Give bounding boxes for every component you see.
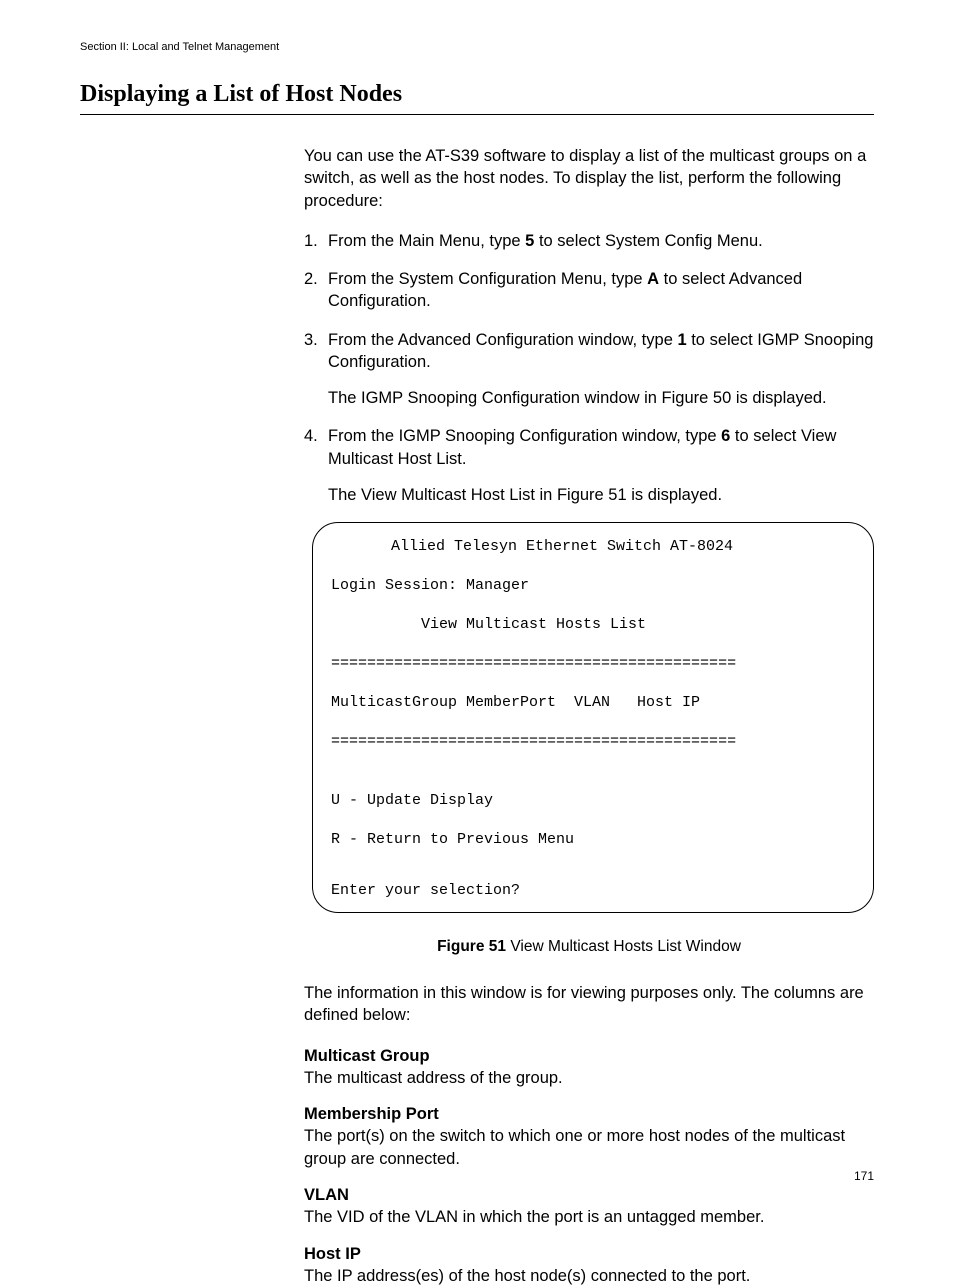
step-number: 3. bbox=[304, 329, 328, 410]
terminal-rule: ========================================… bbox=[331, 654, 855, 674]
def-desc: The IP address(es) of the host node(s) c… bbox=[304, 1265, 874, 1287]
step-1: 1. From the Main Menu, type 5 to select … bbox=[304, 230, 874, 252]
step-body: From the System Configuration Menu, type… bbox=[328, 268, 874, 313]
step-body: From the Advanced Configuration window, … bbox=[328, 329, 874, 410]
step-number: 1. bbox=[304, 230, 328, 252]
running-header: Section II: Local and Telnet Management bbox=[80, 41, 874, 53]
terminal-device-line: Allied Telesyn Ethernet Switch AT-8024 bbox=[331, 537, 855, 557]
figure-caption-text: View Multicast Hosts List Window bbox=[506, 938, 741, 955]
def-membership-port: Membership Port The port(s) on the switc… bbox=[304, 1103, 874, 1170]
def-host-ip: Host IP The IP address(es) of the host n… bbox=[304, 1243, 874, 1287]
def-term: Multicast Group bbox=[304, 1045, 874, 1067]
step-text-pre: From the IGMP Snooping Configuration win… bbox=[328, 427, 721, 445]
terminal-rule: ========================================… bbox=[331, 732, 855, 752]
intro-paragraph: You can use the AT-S39 software to displ… bbox=[304, 145, 874, 212]
step-key: 6 bbox=[721, 427, 730, 445]
def-term: VLAN bbox=[304, 1184, 874, 1206]
step-key: 1 bbox=[677, 331, 686, 349]
def-desc: The port(s) on the switch to which one o… bbox=[304, 1125, 874, 1170]
step-4: 4. From the IGMP Snooping Configuration … bbox=[304, 425, 874, 506]
step-key: 5 bbox=[525, 232, 534, 250]
step-text-pre: From the Main Menu, type bbox=[328, 232, 525, 250]
page-number: 171 bbox=[854, 1169, 874, 1183]
terminal-option-u: U - Update Display bbox=[331, 791, 855, 811]
step-3: 3. From the Advanced Configuration windo… bbox=[304, 329, 874, 410]
terminal-prompt: Enter your selection? bbox=[331, 881, 855, 901]
figure-label: Figure 51 bbox=[437, 938, 506, 955]
step-text-pre: From the System Configuration Menu, type bbox=[328, 270, 647, 288]
terminal-title-line: View Multicast Hosts List bbox=[331, 615, 855, 635]
terminal-window: Allied Telesyn Ethernet Switch AT-8024 L… bbox=[312, 522, 874, 913]
terminal-login-line: Login Session: Manager bbox=[331, 576, 855, 596]
step-key: A bbox=[647, 270, 659, 288]
step-2: 2. From the System Configuration Menu, t… bbox=[304, 268, 874, 313]
step-sub: The IGMP Snooping Configuration window i… bbox=[328, 387, 874, 409]
step-number: 4. bbox=[304, 425, 328, 506]
terminal-columns: MulticastGroup MemberPort VLAN Host IP bbox=[331, 693, 855, 713]
figure-caption: Figure 51 View Multicast Hosts List Wind… bbox=[304, 937, 874, 958]
definitions: Multicast Group The multicast address of… bbox=[304, 1045, 874, 1287]
page-title: Displaying a List of Host Nodes bbox=[80, 81, 874, 115]
def-term: Host IP bbox=[304, 1243, 874, 1265]
def-multicast-group: Multicast Group The multicast address of… bbox=[304, 1045, 874, 1090]
step-body: From the Main Menu, type 5 to select Sys… bbox=[328, 230, 874, 252]
terminal-option-r: R - Return to Previous Menu bbox=[331, 830, 855, 850]
def-desc: The multicast address of the group. bbox=[304, 1067, 874, 1089]
def-desc: The VID of the VLAN in which the port is… bbox=[304, 1206, 874, 1228]
def-term: Membership Port bbox=[304, 1103, 874, 1125]
body-content: You can use the AT-S39 software to displ… bbox=[304, 145, 874, 1287]
def-vlan: VLAN The VID of the VLAN in which the po… bbox=[304, 1184, 874, 1229]
step-body: From the IGMP Snooping Configuration win… bbox=[328, 425, 874, 506]
view-paragraph: The information in this window is for vi… bbox=[304, 982, 874, 1027]
step-text-post: to select System Config Menu. bbox=[534, 232, 762, 250]
step-sub: The View Multicast Host List in Figure 5… bbox=[328, 484, 874, 506]
step-text-pre: From the Advanced Configuration window, … bbox=[328, 331, 677, 349]
step-number: 2. bbox=[304, 268, 328, 313]
